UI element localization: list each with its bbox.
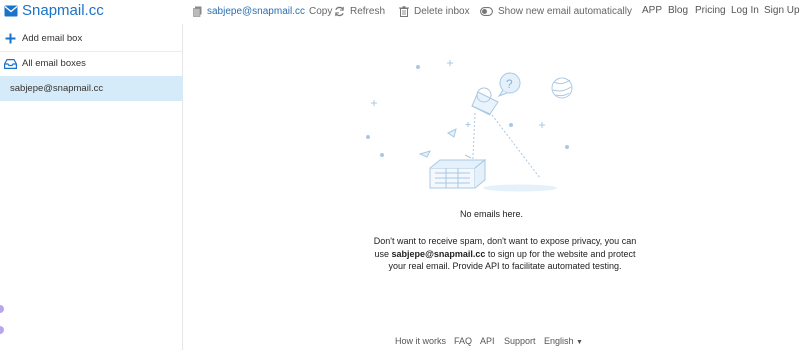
copy-label: Copy bbox=[308, 5, 333, 17]
copy-icon bbox=[193, 6, 202, 17]
nav-login[interactable]: Log In bbox=[731, 5, 759, 16]
floating-dot-top[interactable] bbox=[0, 305, 4, 313]
footer-api[interactable]: API bbox=[480, 336, 495, 346]
top-bar: Snapmail.cc sabjepe@snapmail.cc Copy Ref… bbox=[0, 0, 800, 24]
refresh-label: Refresh bbox=[350, 5, 386, 17]
svg-text:?: ? bbox=[506, 77, 513, 91]
inbox-icon bbox=[3, 58, 17, 69]
description-text: Don't want to receive spam, don't want t… bbox=[370, 235, 640, 273]
empty-message: No emails here. bbox=[459, 209, 524, 219]
footer-support[interactable]: Support bbox=[504, 336, 536, 346]
empty-inbox-illustration: ? bbox=[366, 60, 573, 192]
footer-language-select[interactable]: English ▼ bbox=[544, 336, 583, 346]
brand-name: Snapmail.cc bbox=[22, 2, 104, 19]
footer-how-it-works[interactable]: How it works bbox=[395, 336, 446, 346]
auto-show-label: Show new email automatically bbox=[498, 5, 632, 17]
add-email-box-button[interactable]: Add email box bbox=[0, 26, 183, 51]
nav-pricing[interactable]: Pricing bbox=[695, 5, 726, 16]
nav-blog[interactable]: Blog bbox=[668, 5, 688, 16]
sidebar: Add email box All email boxes sabjepe@sn… bbox=[0, 24, 183, 350]
nav-signup[interactable]: Sign Up bbox=[764, 5, 800, 16]
auto-show-toggle[interactable]: Show new email automatically bbox=[480, 4, 632, 18]
copy-email-button[interactable]: sabjepe@snapmail.cc Copy bbox=[193, 4, 332, 18]
current-email: sabjepe@snapmail.cc bbox=[207, 5, 305, 17]
refresh-button[interactable]: Refresh bbox=[334, 4, 385, 18]
delete-inbox-button[interactable]: Delete inbox bbox=[399, 4, 470, 18]
brand-logo[interactable]: Snapmail.cc bbox=[4, 2, 104, 19]
selected-email-label: sabjepe@snapmail.cc bbox=[10, 83, 104, 94]
trash-icon bbox=[399, 5, 409, 17]
add-email-box-label: Add email box bbox=[22, 33, 83, 44]
all-email-boxes-label: All email boxes bbox=[22, 58, 86, 69]
language-label: English bbox=[544, 336, 574, 346]
plus-icon bbox=[3, 33, 17, 44]
nav-app[interactable]: APP bbox=[642, 5, 662, 16]
desc-email: sabjepe@snapmail.cc bbox=[391, 248, 486, 259]
sidebar-item-selected-email[interactable]: sabjepe@snapmail.cc bbox=[0, 76, 183, 101]
caret-down-icon: ▼ bbox=[576, 339, 583, 346]
floating-dot-bottom[interactable] bbox=[0, 326, 4, 334]
all-email-boxes-item[interactable]: All email boxes bbox=[0, 51, 183, 76]
footer-faq[interactable]: FAQ bbox=[454, 336, 472, 346]
envelope-logo-icon bbox=[4, 5, 18, 16]
delete-label: Delete inbox bbox=[414, 5, 470, 17]
toggle-icon bbox=[480, 6, 493, 16]
refresh-icon bbox=[335, 6, 344, 16]
